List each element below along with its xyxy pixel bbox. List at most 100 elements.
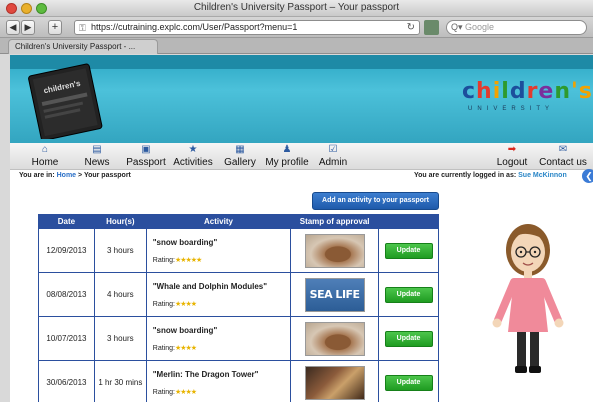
nav-passport-label: Passport xyxy=(126,157,166,168)
cell-update: Update xyxy=(378,316,439,361)
site-header: children's children's UNIVERSITY xyxy=(10,55,593,143)
nav-home[interactable]: ⌂ Home xyxy=(28,144,62,170)
rating-stars-icon: ★★★★ xyxy=(174,388,197,396)
star-icon: ★ xyxy=(188,144,198,155)
stamp-image-beaver xyxy=(304,321,365,356)
rating-label: Rating: xyxy=(152,256,175,264)
cell-hours: 3 hours xyxy=(93,228,147,273)
rating-stars-icon: ★★★★★ xyxy=(174,256,202,264)
arrow-icon: ➡ xyxy=(507,144,517,155)
cell-stamp xyxy=(290,360,380,402)
main-nav: ⌂ Home ▤ News ▣ Passport ★ Activities ▦ … xyxy=(10,143,593,170)
browser-toolbar: ◀ ▶ + ⚿ https://cutraining.explc.com/Use… xyxy=(0,17,593,38)
table-row: 30/06/2013 1 hr 30 mins "Merlin: The Dra… xyxy=(38,360,439,402)
nav-activities-label: Activities xyxy=(173,157,213,168)
address-bar[interactable]: ⚿ https://cutraining.explc.com/User/Pass… xyxy=(74,20,420,35)
back-arrow-icon: ◀ xyxy=(9,22,17,32)
activity-title: "snow boarding" xyxy=(152,325,218,335)
breadcrumb-prefix: You are in: xyxy=(19,172,55,179)
cell-date: 10/07/2013 xyxy=(38,316,95,361)
nav-contact-us[interactable]: ✉ Contact us xyxy=(538,144,588,170)
cell-activity: "snow boarding" Rating:★★★★ xyxy=(145,316,292,361)
table-header-row: Date Hour(s) Activity Stamp of approval xyxy=(38,214,439,229)
breadcrumb-current: Your passport xyxy=(83,172,131,179)
title-bar: Children's University Passport – Your pa… xyxy=(0,0,593,17)
cell-stamp xyxy=(290,316,380,361)
logo-subtitle: UNIVERSITY xyxy=(468,106,555,112)
window-title: Children's University Passport – Your pa… xyxy=(193,2,400,13)
cell-activity: "Whale and Dolphin Modules" Rating:★★★★ xyxy=(145,272,292,317)
logo-wordmark: children's xyxy=(462,79,593,104)
cell-hours: 3 hours xyxy=(93,316,147,361)
cell-stamp xyxy=(290,228,380,273)
table-row: 10/07/2013 3 hours "snow boarding" Ratin… xyxy=(38,316,439,361)
update-button[interactable]: Update xyxy=(384,242,433,259)
nav-my-profile[interactable]: ♟ My profile xyxy=(264,144,310,170)
bookmark-icon[interactable] xyxy=(424,20,439,35)
gallery-icon: ▦ xyxy=(235,144,245,155)
tab-bar: Children's University Passport - ... xyxy=(0,38,593,54)
user-avatar xyxy=(492,224,564,373)
search-placeholder: Google xyxy=(465,22,495,32)
nav-news-label: News xyxy=(84,157,110,168)
login-status-prefix: You are currently logged in as: xyxy=(414,172,517,179)
cell-hours: 4 hours xyxy=(93,272,147,317)
breadcrumb-home-link[interactable]: Home xyxy=(57,172,76,179)
nav-logout[interactable]: ➡ Logout xyxy=(494,144,530,170)
childrens-university-logo[interactable]: children's UNIVERSITY xyxy=(462,79,593,128)
nav-passport[interactable]: ▣ Passport xyxy=(124,144,168,170)
activity-rating: Rating:★★★★ xyxy=(153,344,290,352)
nav-my-profile-label: My profile xyxy=(265,157,309,168)
nav-gallery[interactable]: ▦ Gallery xyxy=(220,144,260,170)
add-activity-button[interactable]: Add an activity to your passport xyxy=(312,192,439,210)
plus-icon: + xyxy=(51,21,59,33)
activity-title: "snow boarding" xyxy=(152,237,218,247)
breadcrumb-separator: > xyxy=(78,172,83,179)
rating-label: Rating: xyxy=(152,388,175,396)
activity-rating: Rating:★★★★ xyxy=(153,388,290,396)
rating-label: Rating: xyxy=(152,344,175,352)
reload-icon[interactable]: ↻ xyxy=(407,21,415,34)
table-row: 12/09/2013 3 hours "snow boarding" Ratin… xyxy=(38,228,439,273)
home-icon: ⌂ xyxy=(41,144,49,155)
update-button[interactable]: Update xyxy=(384,330,433,347)
back-circle-icon[interactable]: ❮ xyxy=(582,169,593,183)
passport-table: Date Hour(s) Activity Stamp of approval … xyxy=(38,214,439,402)
search-field[interactable]: Q▾ Google xyxy=(446,20,587,35)
cell-update: Update xyxy=(378,272,439,317)
nav-admin-label: Admin xyxy=(318,157,348,168)
passport-icon: ▣ xyxy=(141,144,151,155)
nav-gallery-label: Gallery xyxy=(224,157,256,168)
nav-home-label: Home xyxy=(31,157,59,168)
news-icon: ▤ xyxy=(92,144,102,155)
cell-date: 30/06/2013 xyxy=(38,360,95,402)
activity-rating: Rating:★★★★★ xyxy=(153,256,290,264)
browser-tab[interactable]: Children's University Passport - ... xyxy=(8,39,158,54)
url-text: https://cutraining.explc.com/User/Passpo… xyxy=(91,22,298,32)
nav-admin[interactable]: ☑ Admin xyxy=(316,144,350,170)
person-icon: ♟ xyxy=(282,144,292,155)
column-header-activity: Activity xyxy=(145,214,292,229)
back-button[interactable]: ◀ xyxy=(6,20,20,35)
nav-news[interactable]: ▤ News xyxy=(82,144,112,170)
page-viewport: children's children's UNIVERSITY ⌂ Home … xyxy=(10,55,593,402)
cell-activity: "Merlin: The Dragon Tower" Rating:★★★★ xyxy=(145,360,292,402)
browser-window: Children's University Passport – Your pa… xyxy=(0,0,593,402)
forward-button[interactable]: ▶ xyxy=(21,20,35,35)
table-row: 08/08/2013 4 hours "Whale and Dolphin Mo… xyxy=(38,272,439,317)
breadcrumb: You are in: Home > Your passport xyxy=(19,172,131,179)
rating-stars-icon: ★★★★ xyxy=(174,344,197,352)
activity-title: "Merlin: The Dragon Tower" xyxy=(152,369,259,379)
stamp-image-sealife: SEA LIFE xyxy=(304,277,365,312)
column-header-update xyxy=(378,214,439,229)
cell-update: Update xyxy=(378,360,439,402)
update-button[interactable]: Update xyxy=(384,286,433,303)
logged-in-user-link[interactable]: Sue McKinnon xyxy=(518,172,567,179)
new-tab-button[interactable]: + xyxy=(48,20,62,35)
nav-activities[interactable]: ★ Activities xyxy=(170,144,216,170)
update-button[interactable]: Update xyxy=(384,374,433,391)
cell-date: 12/09/2013 xyxy=(38,228,95,273)
envelope-icon: ✉ xyxy=(558,144,568,155)
stamp-image-beaver xyxy=(304,233,365,268)
cell-date: 08/08/2013 xyxy=(38,272,95,317)
